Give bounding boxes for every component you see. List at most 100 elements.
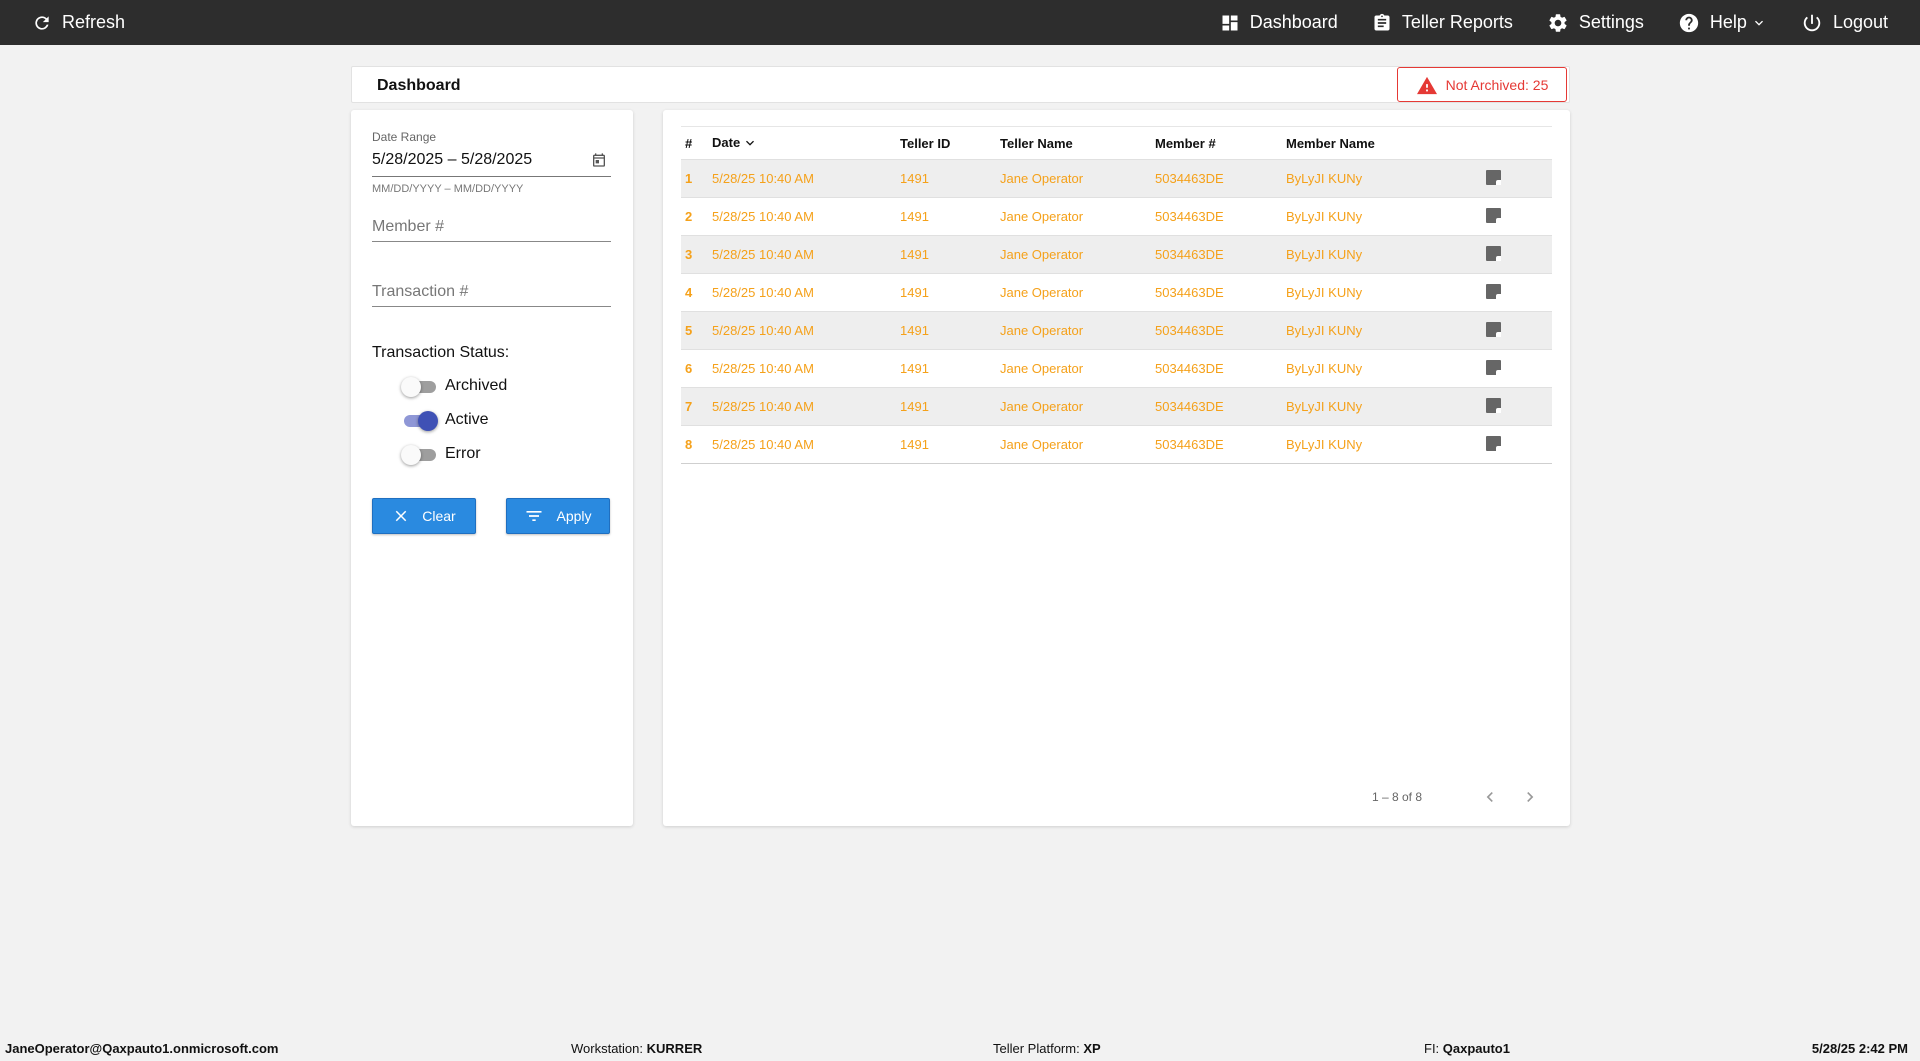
column-header-notes bbox=[1486, 126, 1552, 160]
transactions-table: # Date Teller ID Teller Name Member # Me… bbox=[681, 126, 1552, 464]
note-icon[interactable] bbox=[1486, 169, 1501, 185]
row-date: 5/28/25 10:40 AM bbox=[712, 349, 900, 388]
row-member-name: ByLyJI KUNy bbox=[1286, 387, 1486, 426]
row-member-number: 5034463DE bbox=[1155, 159, 1286, 198]
row-number: 4 bbox=[681, 273, 712, 312]
note-icon[interactable] bbox=[1486, 359, 1501, 375]
footer-platform-label: Teller Platform: bbox=[993, 1041, 1080, 1056]
error-toggle[interactable] bbox=[401, 445, 437, 465]
footer-fi: FI: Qaxpauto1 bbox=[1424, 1041, 1510, 1056]
row-number: 2 bbox=[681, 197, 712, 236]
table-row[interactable]: 1 5/28/25 10:40 AM 1491 Jane Operator 50… bbox=[681, 159, 1552, 198]
nav-dashboard[interactable]: Dashboard bbox=[1220, 0, 1338, 45]
note-icon[interactable] bbox=[1486, 283, 1501, 299]
sort-desc-icon bbox=[746, 141, 755, 146]
row-teller-name: Jane Operator bbox=[1000, 235, 1155, 274]
active-toggle[interactable] bbox=[401, 411, 438, 431]
column-header-date-label: Date bbox=[712, 134, 741, 150]
row-number: 6 bbox=[681, 349, 712, 388]
table-row[interactable]: 4 5/28/25 10:40 AM 1491 Jane Operator 50… bbox=[681, 273, 1552, 312]
clear-button-label: Clear bbox=[422, 508, 456, 524]
archived-toggle[interactable] bbox=[401, 377, 437, 397]
warning-icon bbox=[1416, 76, 1437, 94]
note-icon[interactable] bbox=[1486, 207, 1501, 223]
row-teller-id: 1491 bbox=[900, 197, 1000, 236]
table-row[interactable]: 3 5/28/25 10:40 AM 1491 Jane Operator 50… bbox=[681, 235, 1552, 274]
row-teller-id: 1491 bbox=[900, 159, 1000, 198]
column-header-date[interactable]: Date bbox=[712, 126, 900, 160]
column-header-teller-id: Teller ID bbox=[900, 126, 1000, 160]
row-date: 5/28/25 10:40 AM bbox=[712, 387, 900, 426]
row-teller-name: Jane Operator bbox=[1000, 387, 1155, 426]
row-date: 5/28/25 10:40 AM bbox=[712, 311, 900, 350]
error-toggle-row: Error bbox=[401, 445, 481, 465]
refresh-button[interactable]: Refresh bbox=[32, 0, 125, 45]
page-title: Dashboard bbox=[377, 77, 461, 94]
table-row[interactable]: 5 5/28/25 10:40 AM 1491 Jane Operator 50… bbox=[681, 311, 1552, 350]
archived-label: Archived bbox=[445, 377, 508, 394]
footer-workstation: Workstation: KURRER bbox=[571, 1041, 702, 1056]
footer-fi-value: Qaxpauto1 bbox=[1442, 1041, 1510, 1056]
date-range-value[interactable]: 5/28/2025 – 5/28/2025 bbox=[372, 151, 532, 169]
help-icon bbox=[1679, 13, 1699, 32]
next-page-button[interactable] bbox=[1518, 785, 1542, 809]
row-member-name: ByLyJI KUNy bbox=[1286, 197, 1486, 236]
row-note-cell bbox=[1486, 425, 1552, 464]
previous-page-button[interactable] bbox=[1478, 785, 1502, 809]
date-range-hint: MM/DD/YYYY – MM/DD/YYYY bbox=[372, 183, 524, 195]
nav-settings[interactable]: Settings bbox=[1547, 0, 1644, 45]
table-row[interactable]: 8 5/28/25 10:40 AM 1491 Jane Operator 50… bbox=[681, 425, 1552, 464]
refresh-icon bbox=[35, 15, 49, 30]
refresh-label: Refresh bbox=[62, 12, 126, 32]
dashboard-icon bbox=[1222, 15, 1238, 30]
row-member-number: 5034463DE bbox=[1155, 387, 1286, 426]
chevron-down-icon bbox=[1754, 20, 1763, 26]
note-icon[interactable] bbox=[1486, 435, 1501, 451]
calendar-icon[interactable] bbox=[591, 152, 607, 168]
transaction-input[interactable] bbox=[372, 279, 611, 307]
page-header: Dashboard Not Archived: 25 bbox=[351, 66, 1570, 103]
row-note-cell bbox=[1486, 273, 1552, 312]
nav-teller-reports[interactable]: Teller Reports bbox=[1372, 0, 1513, 45]
close-icon bbox=[396, 510, 407, 522]
table-row[interactable]: 6 5/28/25 10:40 AM 1491 Jane Operator 50… bbox=[681, 349, 1552, 388]
not-archived-alert-text: Not Archived: 25 bbox=[1445, 76, 1549, 93]
row-number: 7 bbox=[681, 387, 712, 426]
not-archived-alert[interactable]: Not Archived: 25 bbox=[1397, 67, 1567, 102]
row-teller-name: Jane Operator bbox=[1000, 349, 1155, 388]
power-icon bbox=[1803, 14, 1821, 31]
nav-logout[interactable]: Logout bbox=[1801, 0, 1888, 45]
row-date: 5/28/25 10:40 AM bbox=[712, 197, 900, 236]
table-header-row: # Date Teller ID Teller Name Member # Me… bbox=[681, 126, 1552, 160]
row-member-name: ByLyJI KUNy bbox=[1286, 349, 1486, 388]
row-member-name: ByLyJI KUNy bbox=[1286, 273, 1486, 312]
date-range-label: Date Range bbox=[372, 130, 437, 144]
clear-button[interactable]: Clear bbox=[372, 498, 476, 534]
footer-workstation-value: KURRER bbox=[646, 1041, 703, 1056]
row-teller-name: Jane Operator bbox=[1000, 425, 1155, 464]
row-date: 5/28/25 10:40 AM bbox=[712, 235, 900, 274]
row-member-number: 5034463DE bbox=[1155, 349, 1286, 388]
row-note-cell bbox=[1486, 197, 1552, 236]
table-row[interactable]: 2 5/28/25 10:40 AM 1491 Jane Operator 50… bbox=[681, 197, 1552, 236]
row-member-name: ByLyJI KUNy bbox=[1286, 311, 1486, 350]
row-member-number: 5034463DE bbox=[1155, 311, 1286, 350]
date-range-field[interactable]: Date Range 5/28/2025 – 5/28/2025 MM/DD/Y… bbox=[372, 130, 611, 195]
footer-fi-label: FI: bbox=[1424, 1041, 1440, 1056]
row-member-name: ByLyJI KUNy bbox=[1286, 159, 1486, 198]
member-input[interactable] bbox=[372, 214, 611, 242]
column-header-number: # bbox=[681, 126, 712, 160]
nav-help[interactable]: Help bbox=[1678, 0, 1767, 45]
footer-datetime: 5/28/25 2:42 PM bbox=[1811, 1041, 1908, 1056]
note-icon[interactable] bbox=[1486, 245, 1501, 261]
row-member-number: 5034463DE bbox=[1155, 273, 1286, 312]
column-header-teller-name: Teller Name bbox=[1000, 126, 1155, 160]
table-row[interactable]: 7 5/28/25 10:40 AM 1491 Jane Operator 50… bbox=[681, 387, 1552, 426]
transactions-panel: # Date Teller ID Teller Name Member # Me… bbox=[663, 110, 1570, 826]
status-footer: JaneOperator@Qaxpauto1.onmicrosoft.com W… bbox=[0, 1037, 1920, 1061]
apply-button[interactable]: Apply bbox=[506, 498, 610, 534]
row-teller-id: 1491 bbox=[900, 311, 1000, 350]
note-icon[interactable] bbox=[1486, 397, 1501, 413]
nav-dashboard-label: Dashboard bbox=[1249, 12, 1338, 32]
note-icon[interactable] bbox=[1486, 321, 1501, 337]
